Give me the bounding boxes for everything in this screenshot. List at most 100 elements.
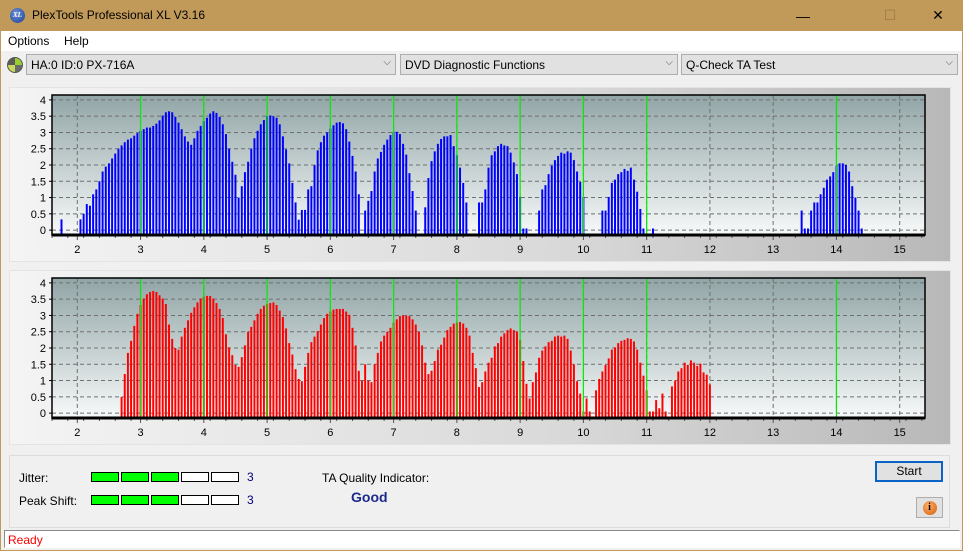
drive-select-value: HA:0 ID:0 PX-716A [31, 58, 135, 72]
histogram-bar [215, 303, 218, 418]
close-button[interactable]: ✕ [915, 0, 961, 31]
histogram-bar [373, 171, 376, 235]
histogram-bar [563, 335, 566, 418]
histogram-bar [389, 327, 392, 418]
histogram-bar [572, 364, 575, 418]
histogram-bar [237, 197, 240, 235]
histogram-bar [443, 337, 446, 418]
histogram-bar [623, 339, 626, 418]
x-tick-label: 13 [767, 427, 779, 439]
histogram-bar [174, 116, 177, 235]
histogram-bar [206, 117, 208, 235]
drive-select[interactable]: HA:0 ID:0 PX-716A ⌵ [26, 54, 396, 75]
meter-segment [121, 495, 149, 505]
histogram-bar [436, 349, 439, 418]
y-tick-label: 0.5 [31, 209, 46, 221]
jitter-value: 3 [247, 470, 254, 484]
meter-segment [151, 495, 179, 505]
histogram-bar [604, 364, 607, 418]
histogram-bar [367, 200, 370, 235]
histogram-bar [614, 179, 617, 235]
histogram-bar [474, 368, 477, 418]
x-tick-label: 2 [74, 244, 80, 256]
histogram-bar [294, 369, 297, 418]
menu-options[interactable]: Options [8, 34, 49, 48]
x-tick-label: 15 [894, 244, 906, 256]
histogram-bar [237, 366, 240, 418]
histogram-bar [585, 398, 588, 418]
y-tick-label: 3.5 [31, 111, 46, 123]
histogram-bar [174, 348, 177, 418]
histogram-bar [142, 129, 145, 235]
info-button[interactable]: i [916, 497, 943, 518]
histogram-bar [854, 197, 857, 235]
histogram-bar [297, 378, 300, 418]
histogram-bar [386, 331, 389, 418]
histogram-bar [354, 345, 357, 418]
histogram-bar [642, 375, 645, 418]
histogram-bar [136, 313, 139, 418]
histogram-bar [819, 194, 822, 235]
histogram-bar [345, 129, 348, 235]
histogram-bar [224, 134, 227, 235]
menu-help[interactable]: Help [64, 34, 89, 48]
histogram-bar [560, 336, 563, 418]
histogram-bar [421, 345, 424, 418]
histogram-bar [243, 172, 246, 235]
x-tick-label: 6 [327, 244, 333, 256]
histogram-bar [348, 314, 351, 418]
histogram-bar [313, 165, 316, 235]
histogram-bar [465, 202, 468, 235]
test-select[interactable]: Q-Check TA Test ⌵ [681, 54, 958, 75]
histogram-bar [825, 179, 828, 235]
histogram-bar [240, 357, 243, 418]
histogram-bar [250, 148, 253, 235]
histogram-bar [373, 364, 376, 418]
histogram-bar [503, 333, 506, 418]
histogram-bar [376, 352, 379, 418]
start-button[interactable]: Start [875, 461, 943, 482]
x-tick-label: 11 [641, 244, 652, 256]
histogram-bar [459, 321, 462, 418]
menu-bar: Options Help [1, 31, 962, 51]
histogram-bar [342, 308, 344, 418]
histogram-bar [484, 371, 487, 418]
histogram-bar [319, 324, 322, 418]
histogram-bar [332, 125, 335, 235]
histogram-bar [269, 303, 272, 418]
y-tick-label: 1.5 [31, 176, 46, 188]
histogram-bar [111, 158, 114, 235]
histogram-bar [639, 208, 642, 235]
histogram-bar [702, 372, 705, 418]
histogram-bar [487, 362, 490, 418]
histogram-bar [183, 327, 186, 418]
histogram-bar [95, 189, 98, 235]
minimize-button[interactable]: — [780, 0, 826, 31]
histogram-bar [196, 130, 199, 235]
histogram-bar [576, 171, 579, 235]
histogram-bar [620, 172, 623, 235]
histogram-bar [199, 298, 202, 418]
histogram-bar [221, 318, 224, 418]
histogram-bar [395, 131, 398, 235]
histogram-bar [386, 139, 389, 235]
function-select[interactable]: DVD Diagnostic Functions ⌵ [400, 54, 678, 75]
x-tick-label: 13 [767, 244, 779, 256]
histogram-bar [256, 313, 259, 418]
histogram-bar [832, 172, 835, 235]
histogram-bar [180, 129, 183, 235]
histogram-bar [411, 319, 414, 418]
test-select-value: Q-Check TA Test [686, 58, 776, 72]
histogram-bar [813, 202, 816, 235]
y-tick-label: 4 [40, 278, 46, 290]
histogram-bar [604, 210, 607, 235]
maximize-button[interactable]: ☐ [867, 0, 913, 31]
peak-shift-label: Peak Shift: [19, 494, 78, 508]
histogram-bar [661, 393, 664, 418]
histogram-bar [316, 150, 319, 235]
title-bar[interactable]: XL PlexTools Professional XL V3.16 — ☐ ✕ [1, 0, 962, 31]
x-tick-label: 12 [704, 244, 716, 256]
histogram-bar [259, 124, 262, 235]
histogram-bar [557, 335, 560, 418]
histogram-bar [262, 120, 265, 235]
